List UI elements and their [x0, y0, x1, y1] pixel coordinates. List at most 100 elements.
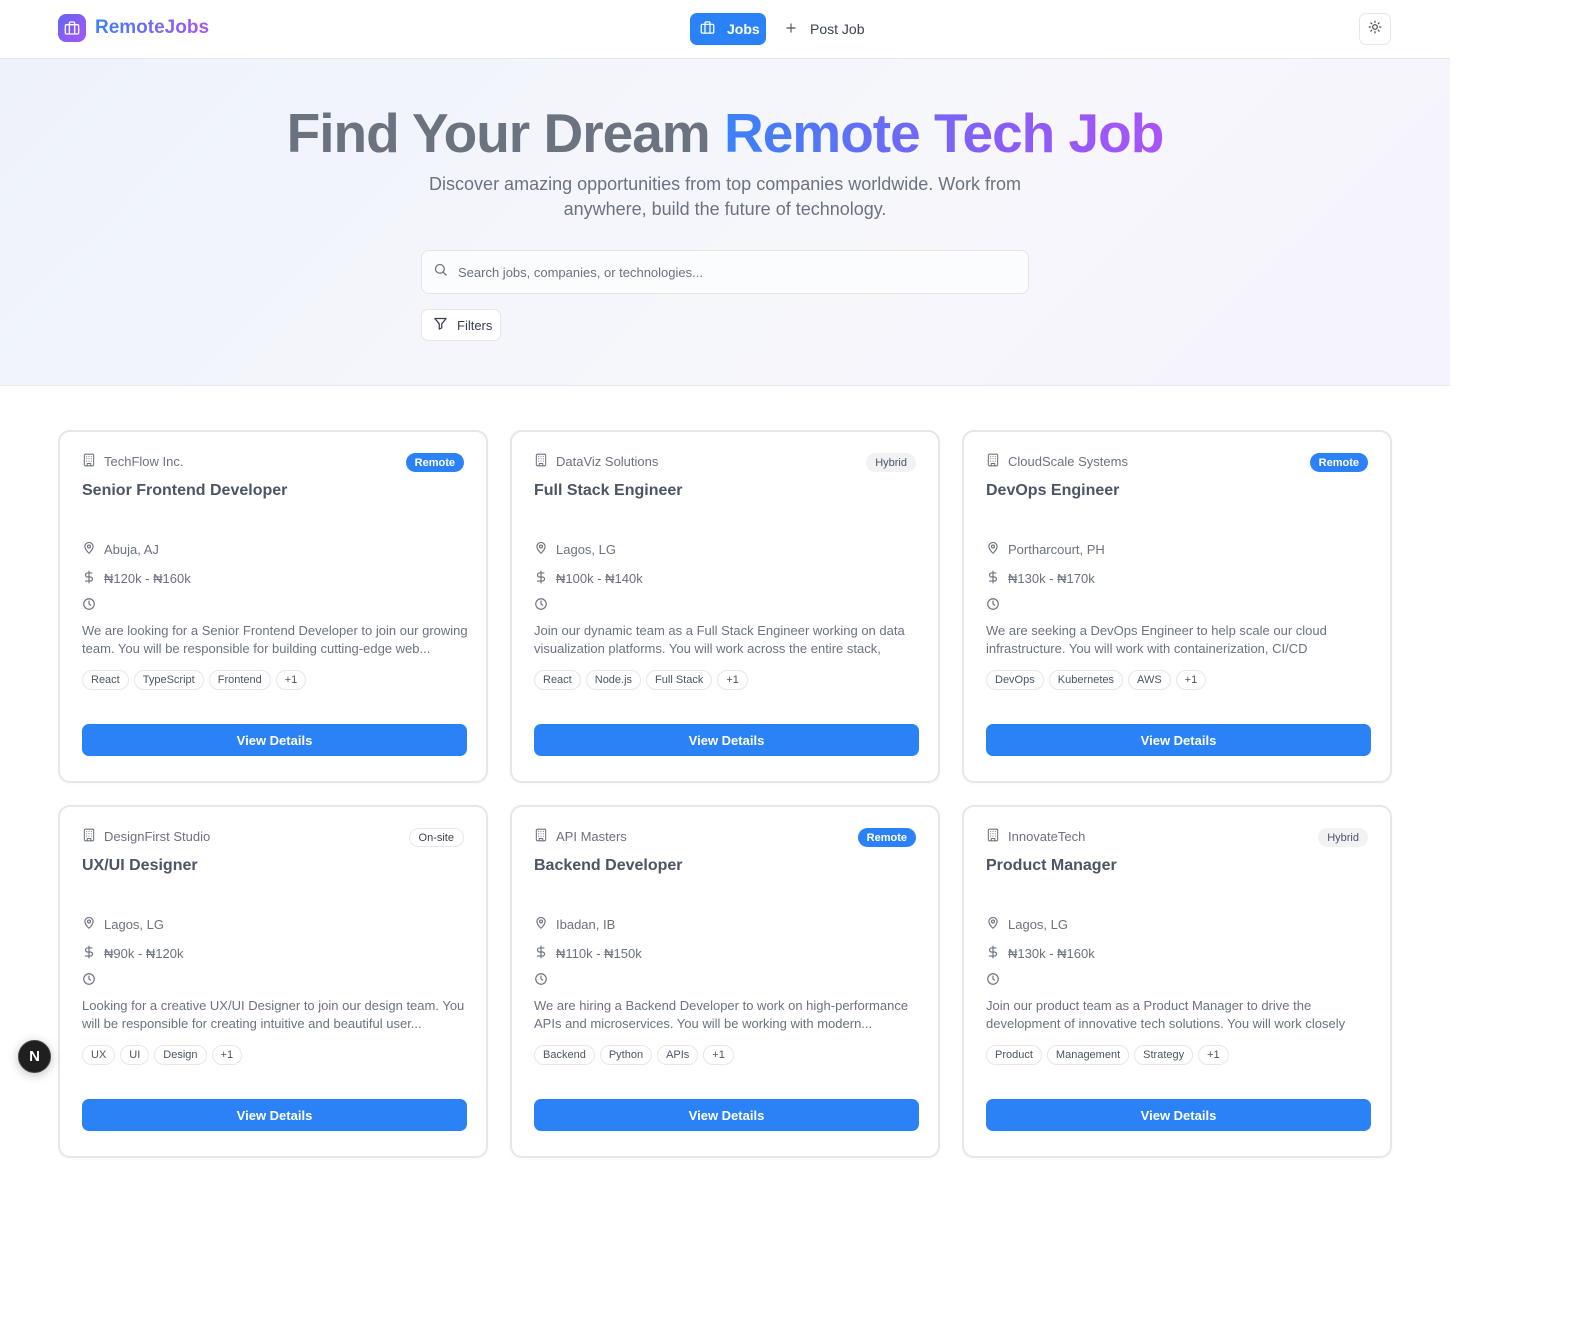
map-pin-icon [534, 916, 548, 933]
company: DataViz Solutions [534, 453, 658, 470]
job-salary: ₦120k - ₦160k [82, 570, 191, 587]
hero-title: Find Your Dream Remote Tech Job [0, 101, 1450, 165]
job-card: DesignFirst Studio On-site UX/UI Designe… [58, 805, 488, 1158]
hero-title-plain: Find Your Dream [286, 102, 724, 164]
job-location: Abuja, AJ [82, 541, 159, 558]
company: API Masters [534, 828, 627, 845]
dollar-icon [82, 570, 96, 587]
map-pin-icon [986, 541, 1000, 558]
plus-icon [784, 21, 798, 38]
job-title[interactable]: Full Stack Engineer [534, 482, 682, 500]
job-type-badge: Remote [405, 453, 464, 472]
building-icon [534, 453, 548, 470]
briefcase-icon [700, 20, 715, 38]
map-pin-icon [534, 541, 548, 558]
dollar-icon [534, 945, 548, 962]
clock-icon [986, 597, 1000, 614]
company: DesignFirst Studio [82, 828, 210, 845]
job-title[interactable]: Product Manager [986, 857, 1117, 875]
job-card: DataViz Solutions Hybrid Full Stack Engi… [510, 430, 940, 783]
job-description: We are looking for a Senior Frontend Dev… [82, 623, 468, 656]
building-icon [82, 453, 96, 470]
skill-tags: React TypeScript Frontend +1 [82, 670, 307, 690]
brand-logo[interactable]: RemoteJobs [58, 14, 209, 42]
brand-name: RemoteJobs [95, 17, 210, 38]
salary-text: ₦110k - ₦150k [556, 946, 642, 961]
dollar-icon [82, 945, 96, 962]
job-posted-time [82, 597, 96, 614]
company-name: InnovateTech [1008, 829, 1086, 844]
filters-label: Filters [457, 317, 493, 333]
job-posted-time [534, 972, 548, 989]
skill-tag: Kubernetes [1048, 670, 1124, 690]
sun-icon [1368, 20, 1382, 39]
company-name: TechFlow Inc. [104, 454, 184, 469]
skill-tag: +1 [275, 670, 307, 690]
search-input[interactable] [458, 264, 998, 280]
view-details-button[interactable]: View Details [82, 724, 467, 756]
job-location: Lagos, LG [986, 916, 1068, 933]
view-details-button[interactable]: View Details [986, 1099, 1371, 1131]
skill-tag: Full Stack [646, 670, 713, 690]
map-pin-icon [82, 916, 96, 933]
salary-text: ₦90k - ₦120k [104, 946, 184, 961]
hero-title-highlight: Remote Tech Job [723, 102, 1164, 164]
building-icon [534, 828, 548, 845]
company: TechFlow Inc. [82, 453, 183, 470]
job-title[interactable]: Senior Frontend Developer [82, 482, 287, 500]
job-type-badge: On-site [408, 828, 464, 847]
dollar-icon [534, 570, 548, 587]
nextjs-dev-indicator[interactable]: N [18, 1040, 51, 1073]
job-title[interactable]: Backend Developer [534, 857, 683, 875]
skill-tags: DevOps Kubernetes AWS +1 [986, 670, 1207, 690]
company: CloudScale Systems [986, 453, 1128, 470]
job-type-badge: Hybrid [1318, 828, 1368, 847]
skill-tag: +1 [703, 1045, 734, 1065]
job-location: Lagos, LG [82, 916, 164, 933]
skill-tag: +1 [717, 670, 748, 690]
theme-toggle-button[interactable] [1359, 13, 1391, 45]
view-details-button[interactable]: View Details [82, 1099, 467, 1131]
skill-tag: +1 [1198, 1045, 1229, 1065]
nav-jobs-button[interactable]: Jobs [690, 13, 766, 45]
job-type-badge: Remote [857, 828, 916, 847]
skill-tag: Design [154, 1045, 207, 1065]
job-card: CloudScale Systems Remote DevOps Enginee… [962, 430, 1392, 783]
nav-jobs-label: Jobs [727, 21, 760, 37]
building-icon [82, 828, 96, 845]
view-details-button[interactable]: View Details [534, 724, 919, 756]
dollar-icon [986, 570, 1000, 587]
skill-tag: APIs [657, 1045, 699, 1065]
clock-icon [534, 972, 548, 989]
location-text: Lagos, LG [104, 917, 164, 932]
skill-tag: UX [82, 1045, 116, 1065]
location-text: Abuja, AJ [104, 542, 159, 557]
job-salary: ₦100k - ₦140k [534, 570, 643, 587]
skill-tag: Backend [534, 1045, 595, 1065]
job-title[interactable]: UX/UI Designer [82, 857, 198, 875]
company-name: DataViz Solutions [556, 454, 659, 469]
job-type-badge: Remote [1309, 453, 1368, 472]
job-description: Join our dynamic team as a Full Stack En… [534, 623, 905, 656]
skill-tag: Product [986, 1045, 1042, 1065]
job-posted-time [986, 972, 1000, 989]
job-description: Looking for a creative UX/UI Designer to… [82, 998, 465, 1031]
view-details-button[interactable]: View Details [986, 724, 1371, 756]
skill-tag: Strategy [1134, 1045, 1194, 1065]
filters-button[interactable]: Filters [421, 309, 501, 341]
main-nav: Jobs Post Job [690, 13, 864, 45]
skill-tag: TypeScript [133, 670, 204, 690]
job-location: Lagos, LG [534, 541, 616, 558]
skill-tags: UX UI Design +1 [82, 1045, 243, 1065]
nav-post-job-button[interactable]: Post Job [780, 21, 864, 38]
view-details-button[interactable]: View Details [534, 1099, 919, 1131]
company-name: DesignFirst Studio [104, 829, 211, 844]
job-card: API Masters Remote Backend Developer Iba… [510, 805, 940, 1158]
job-grid: TechFlow Inc. Remote Senior Frontend Dev… [58, 430, 1392, 1158]
location-text: Ibadan, IB [556, 917, 616, 932]
skill-tag: DevOps [986, 670, 1044, 690]
job-title[interactable]: DevOps Engineer [986, 482, 1119, 500]
job-salary: ₦130k - ₦160k [986, 945, 1095, 962]
search-bar [421, 250, 1029, 294]
job-card: InnovateTech Hybrid Product Manager Lago… [962, 805, 1392, 1158]
